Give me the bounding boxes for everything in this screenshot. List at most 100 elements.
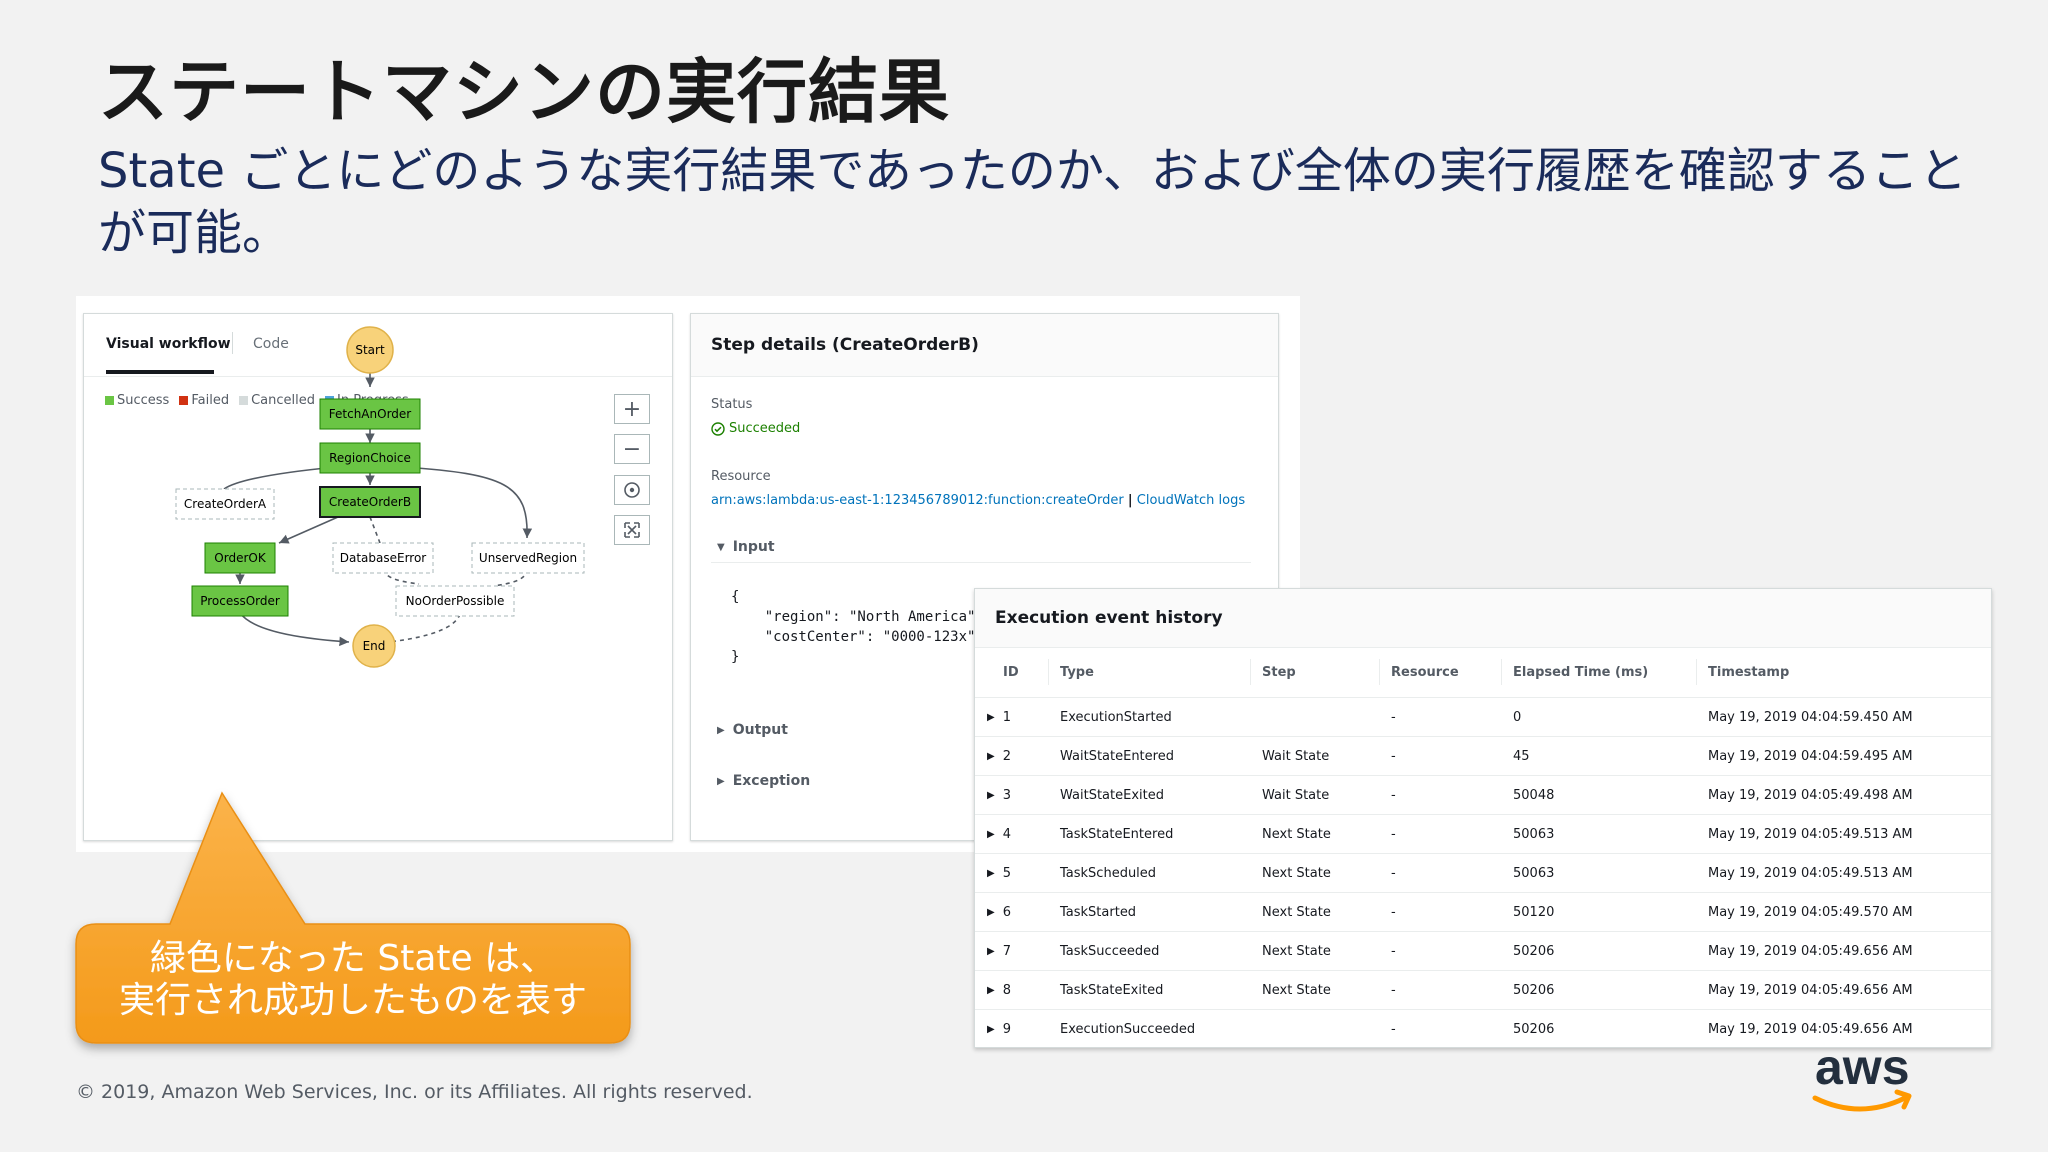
row-expander[interactable]: ▶ 2 <box>987 749 1048 764</box>
col-step[interactable]: Step <box>1250 647 1379 698</box>
cell-resource: - <box>1379 892 1501 932</box>
slide-title: ステートマシンの実行結果 <box>98 51 950 133</box>
visual-workflow-panel: Visual workflow Code Success Failed Canc… <box>83 313 673 841</box>
resource-value: arn:aws:lambda:us-east-1:123456789012:fu… <box>711 493 1245 508</box>
row-id: 4 <box>1002 826 1011 842</box>
node-unserved-label: UnservedRegion <box>479 551 577 565</box>
row-expander[interactable]: ▶ 1 <box>987 710 1048 725</box>
table-row[interactable]: ▶ 2 WaitStateEntered Wait State -45 May 19, 2… <box>975 736 1991 776</box>
caret-right-icon: ▶ <box>987 789 995 801</box>
input-section-label: Input <box>732 539 775 555</box>
copyright-footer: © 2019, Amazon Web Services, Inc. or its… <box>76 1081 753 1103</box>
col-timestamp[interactable]: Timestamp <box>1696 647 1991 698</box>
cell-timestamp: May 19, 2019 04:05:49.570 AM <box>1696 892 1991 932</box>
row-expander[interactable]: ▶ 5 <box>987 866 1048 881</box>
row-expander[interactable]: ▶ 9 <box>987 1022 1048 1037</box>
row-expander[interactable]: ▶ 7 <box>987 944 1048 959</box>
exception-section-toggle[interactable]: ▶ Exception <box>717 773 810 789</box>
cell-elapsed: 50120 <box>1501 892 1696 932</box>
col-resource[interactable]: Resource <box>1379 647 1501 698</box>
table-row[interactable]: ▶ 1 ExecutionStarted -0 May 19, 2019 04:04:5… <box>975 697 1991 737</box>
callout-line-1: 緑色になった State は、 <box>149 938 557 979</box>
cell-resource: - <box>1379 697 1501 737</box>
cell-step: Next State <box>1250 814 1379 854</box>
node-start-label: Start <box>355 343 385 357</box>
node-create-a-label: CreateOrderA <box>184 497 267 511</box>
table-row[interactable]: ▶ 6 TaskStarted Next State -50120 May 19, 201… <box>975 892 1991 932</box>
node-region-label: RegionChoice <box>329 451 411 465</box>
cell-elapsed: 50048 <box>1501 775 1696 815</box>
node-no-order-label: NoOrderPossible <box>406 594 505 608</box>
cell-id: ▶ 6 <box>975 892 1048 932</box>
status-text: Succeeded <box>729 421 801 436</box>
caret-right-icon: ▶ <box>987 984 995 996</box>
cell-elapsed: 0 <box>1501 697 1696 737</box>
step-details-header: Step details (CreateOrderB) <box>691 314 1278 377</box>
step-details-title: Step details (CreateOrderB) <box>711 335 979 355</box>
cell-resource: - <box>1379 814 1501 854</box>
col-id[interactable]: ID <box>975 647 1048 698</box>
cell-type: WaitStateEntered <box>1048 736 1250 776</box>
cell-resource: - <box>1379 853 1501 893</box>
input-section-toggle[interactable]: ▼ Input <box>717 539 775 555</box>
col-type[interactable]: Type <box>1048 647 1250 698</box>
cell-resource: - <box>1379 775 1501 815</box>
table-row[interactable]: ▶ 7 TaskSucceeded Next State -50206 May 19, 2… <box>975 931 1991 971</box>
col-elapsed-time[interactable]: Elapsed Time (ms) <box>1501 647 1696 698</box>
row-id: 9 <box>1002 1021 1011 1037</box>
cell-elapsed: 50206 <box>1513 1021 1555 1037</box>
cell-type: TaskStateEntered <box>1048 814 1250 854</box>
callout-text: 緑色になった State は、 実行され成功したものを表す <box>76 938 630 1022</box>
node-process-label: ProcessOrder <box>200 594 280 608</box>
output-section-label: Output <box>732 722 788 738</box>
execution-history-title: Execution event history <box>995 608 1223 628</box>
caret-down-icon: ▼ <box>717 541 725 553</box>
divider <box>711 562 1251 563</box>
edge <box>369 516 381 544</box>
cell-step: Wait State <box>1250 775 1379 815</box>
cell-type: TaskScheduled <box>1048 853 1250 893</box>
cell-elapsed: 45 <box>1501 736 1696 776</box>
row-expander[interactable]: ▶ 3 <box>987 788 1048 803</box>
execution-history-header: Execution event history <box>975 589 1991 648</box>
cell-step <box>1250 1010 1379 1048</box>
caret-right-icon: ▶ <box>987 750 995 762</box>
cell-type: TaskSucceeded <box>1048 931 1250 971</box>
table-row[interactable]: ▶ 5 TaskScheduled Next State -50063 May 19, 2… <box>975 853 1991 893</box>
cell-step: Next State <box>1250 931 1379 971</box>
cell-type: TaskStarted <box>1048 892 1250 932</box>
cell-id: ▶ 5 <box>975 853 1048 893</box>
aws-logo: aws <box>1805 1039 1925 1122</box>
caret-right-icon: ▶ <box>717 724 725 736</box>
row-id: 7 <box>1002 943 1011 959</box>
table-row[interactable]: ▶ 8 TaskStateExited Next State -50206 May 19,… <box>975 970 1991 1010</box>
row-expander[interactable]: ▶ 6 <box>987 905 1048 920</box>
table-row[interactable]: ▶ 4 TaskStateEntered Next State -50063 May 19… <box>975 814 1991 854</box>
edge <box>403 466 533 539</box>
table-row[interactable]: ▶ 3 WaitStateExited Wait State -50048 May 19,… <box>975 775 1991 815</box>
row-id: 3 <box>1002 787 1011 803</box>
table-header-row: ID Type Step Resource Elapsed Time (ms) … <box>975 647 1991 698</box>
cell-step: Next State <box>1250 970 1379 1010</box>
cell-timestamp: May 19, 2019 04:04:59.450 AM <box>1696 697 1991 737</box>
aws-logo-text: aws <box>1815 1040 1910 1095</box>
node-create-b-label: CreateOrderB <box>329 495 411 509</box>
cell-elapsed: 50063 <box>1501 814 1696 854</box>
cell-timestamp: May 19, 2019 04:05:49.513 AM <box>1696 814 1991 854</box>
output-section-toggle[interactable]: ▶ Output <box>717 722 788 738</box>
row-id: 6 <box>1002 904 1011 920</box>
event-history-table: ID Type Step Resource Elapsed Time (ms) … <box>975 647 1991 1048</box>
edge <box>239 612 350 647</box>
cell-step: Next State <box>1250 892 1379 932</box>
cloudwatch-logs-link[interactable]: CloudWatch logs <box>1137 493 1245 508</box>
row-expander[interactable]: ▶ 4 <box>987 827 1048 842</box>
row-expander[interactable]: ▶ 8 <box>987 983 1048 998</box>
cell-timestamp: May 19, 2019 04:05:49.656 AM <box>1696 931 1991 971</box>
caret-right-icon: ▶ <box>987 867 995 879</box>
cell-elapsed: 50206 <box>1501 970 1696 1010</box>
resource-arn-link[interactable]: arn:aws:lambda:us-east-1:123456789012:fu… <box>711 493 1124 508</box>
caret-right-icon: ▶ <box>987 1023 995 1035</box>
aws-logo-mark: aws <box>1812 1039 1912 1112</box>
cell-step: Next State <box>1250 853 1379 893</box>
node-db-error-label: DatabaseError <box>340 551 427 565</box>
